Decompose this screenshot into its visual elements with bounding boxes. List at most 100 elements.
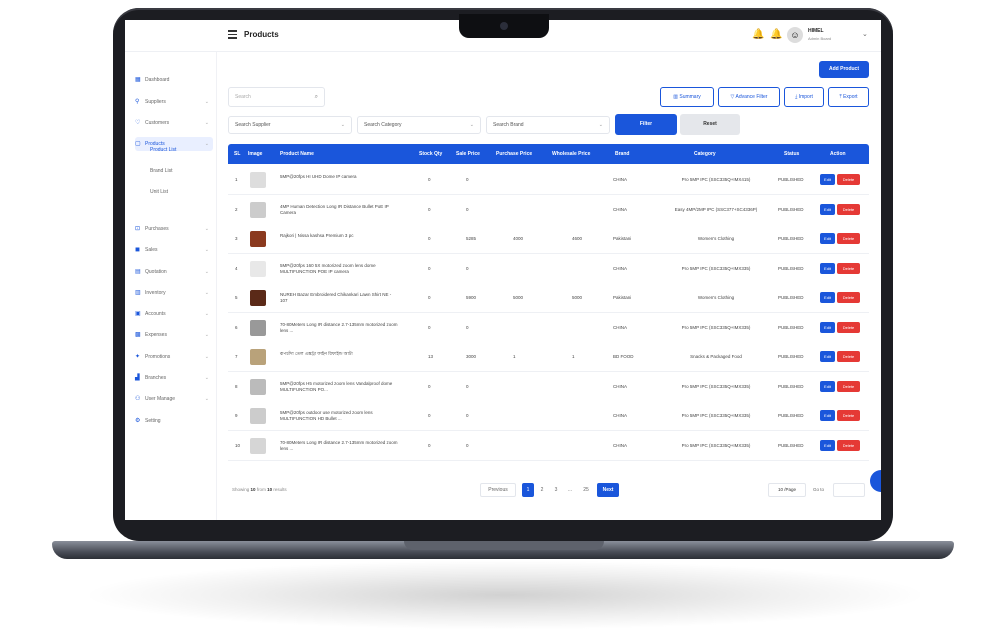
sidebar-item-branches[interactable]: ▟ Branches ⌄ xyxy=(135,371,213,385)
edit-button[interactable]: Edit xyxy=(820,233,835,244)
cell-category: Women's Clothing xyxy=(697,295,735,300)
page-2[interactable]: 2 xyxy=(536,483,548,497)
export-button[interactable]: ⤒ Export xyxy=(828,87,869,107)
summary-button[interactable]: ▥ Summary xyxy=(660,87,714,107)
cell-brand: CHINA xyxy=(613,206,628,212)
sidebar-item-setting[interactable]: ⚙ Setting xyxy=(135,414,213,428)
per-page-select[interactable]: 10 /Page xyxy=(768,483,806,497)
sidebar-sub-brand-list[interactable]: Brand List xyxy=(150,168,173,174)
avatar[interactable]: ☺ xyxy=(787,27,803,43)
showing-count: 10 xyxy=(250,487,256,492)
cell-purchase: 1 xyxy=(513,354,516,359)
cell-status: PUBLISHED xyxy=(778,442,804,448)
sidebar-item-label: Quotation xyxy=(145,269,167,275)
add-product-button[interactable]: Add Product xyxy=(819,61,869,78)
chevron-down-icon: ⌄ xyxy=(469,122,474,128)
delete-button[interactable]: Delete xyxy=(837,292,860,303)
goto-input[interactable] xyxy=(833,483,865,497)
cell-name[interactable]: 5MP@20fps H5 motorized zoom lens Vandalp… xyxy=(280,381,400,393)
reset-button[interactable]: Reset xyxy=(680,114,740,135)
sidebar-item-purchases[interactable]: ⊡ Purchases ⌄ xyxy=(135,222,213,236)
chevron-down-icon[interactable]: ⌄ xyxy=(862,30,868,38)
search-input[interactable]: Search ⌕ xyxy=(228,87,325,107)
advance-filter-button[interactable]: ▽ Advance Filter xyxy=(718,87,780,107)
cell-name[interactable]: 70-80Meters Long IR distance 2.7-135mm m… xyxy=(280,440,400,452)
gear-icon: ⚙ xyxy=(135,418,141,424)
edit-button[interactable]: Edit xyxy=(820,410,835,421)
delete-button[interactable]: Delete xyxy=(837,351,860,362)
sidebar-item-promotions[interactable]: ✦ Promotions ⌄ xyxy=(135,350,213,364)
sidebar-item-suppliers[interactable]: ⚲ Suppliers ⌄ xyxy=(135,95,213,109)
cell-category: Pro 5MP IPC (SSC335Q+IMX335) xyxy=(681,442,751,448)
supplier-select[interactable]: Search Supplier ⌄ xyxy=(228,116,352,134)
delete-button[interactable]: Delete xyxy=(837,439,860,451)
menu-icon[interactable] xyxy=(228,30,237,39)
delete-button[interactable]: Delete xyxy=(837,380,860,392)
chevron-down-icon: ⌄ xyxy=(204,141,209,147)
edit-button[interactable]: Edit xyxy=(820,292,835,303)
cell-status: PUBLISHED xyxy=(778,206,804,212)
screen: Products 🔔 🔔 ☺ HIMEL Admin Board ⌄ ▦ Dash… xyxy=(125,20,881,520)
cell-sl: 7 xyxy=(235,354,238,359)
sidebar-item-quotation[interactable]: ▤ Quotation ⌄ xyxy=(135,265,213,279)
sidebar-item-user-manage[interactable]: ⚇ User Manage ⌄ xyxy=(135,392,213,406)
edit-button[interactable]: Edit xyxy=(820,439,835,451)
cell-sl: 3 xyxy=(235,236,238,241)
next-button[interactable]: Next xyxy=(597,483,619,497)
floating-action-button[interactable] xyxy=(870,470,881,492)
users-icon: ⚇ xyxy=(135,396,141,402)
cell-sl: 10 xyxy=(235,442,241,448)
cell-name[interactable]: রূপচাঁদা তেল এক্সট্রা ফাইন রিফাইন্ড আটা xyxy=(280,351,400,357)
cell-name[interactable]: 5MP@20fps 160 5X motorized zoom lens dom… xyxy=(280,263,400,275)
sidebar-item-label: Sales xyxy=(145,247,158,253)
cell-brand: CHINA xyxy=(613,413,628,418)
cell-wholesale: 4600 xyxy=(572,236,583,241)
import-button[interactable]: ⤓ Import xyxy=(784,87,824,107)
delete-button[interactable]: Delete xyxy=(837,203,860,215)
edit-button[interactable]: Edit xyxy=(820,262,835,274)
cell-status: PUBLISHED xyxy=(778,413,804,418)
cell-category: Easy 4MP/2MP IPC (SSC377+SC4336P) xyxy=(674,206,758,212)
cell-name[interactable]: 5MP@20fps outdoor use motorized zoom len… xyxy=(280,410,400,422)
edit-button[interactable]: Edit xyxy=(820,174,835,185)
laptop-groove xyxy=(404,541,604,550)
sidebar-item-sales[interactable]: ◼ Sales ⌄ xyxy=(135,243,213,257)
page-3[interactable]: 3 xyxy=(550,483,562,497)
sidebar-sub-product-list[interactable]: Product List xyxy=(150,147,176,153)
cell-name[interactable]: Rajkori | Nissa kashsa Premium 3 pc xyxy=(280,233,400,239)
sidebar-sub-unit-list[interactable]: Unit List xyxy=(150,189,168,195)
sidebar-item-customers[interactable]: ♡ Customers ⌄ xyxy=(135,116,213,130)
page-1[interactable]: 1 xyxy=(522,483,534,497)
cell-status: PUBLISHED xyxy=(778,236,804,241)
filter-button[interactable]: Filter xyxy=(615,114,677,135)
brand-select-value: Search Brand xyxy=(493,122,524,128)
sidebar-item-dashboard[interactable]: ▦ Dashboard xyxy=(135,73,213,87)
edit-button[interactable]: Edit xyxy=(820,351,835,362)
delete-button[interactable]: Delete xyxy=(837,410,860,421)
cell-status: PUBLISHED xyxy=(778,295,804,300)
page-25[interactable]: 25 xyxy=(578,483,594,497)
cell-name[interactable]: 4MP Human Detection Long IR Distance Bul… xyxy=(280,204,400,216)
previous-button[interactable]: Previous xyxy=(480,483,516,497)
edit-button[interactable]: Edit xyxy=(820,203,835,215)
sidebar-item-label: Suppliers xyxy=(145,99,166,105)
delete-button[interactable]: Delete xyxy=(837,174,860,185)
notification-bell-icon[interactable]: 🔔 xyxy=(752,29,764,40)
sidebar-item-inventory[interactable]: ▥ Inventory ⌄ xyxy=(135,286,213,300)
category-select[interactable]: Search Category ⌄ xyxy=(357,116,481,134)
brand-select[interactable]: Search Brand ⌄ xyxy=(486,116,610,134)
delete-button[interactable]: Delete xyxy=(837,262,860,274)
sidebar-item-accounts[interactable]: ▣ Accounts ⌄ xyxy=(135,307,213,321)
cell-stock: 0 xyxy=(428,383,431,389)
cell-name[interactable]: NUREH Bazar Embroidered Chikankari Lawn … xyxy=(280,292,400,304)
import-label: Import xyxy=(798,94,813,100)
edit-button[interactable]: Edit xyxy=(820,321,835,333)
message-bell-icon[interactable]: 🔔 xyxy=(770,29,782,40)
chevron-down-icon: ⌄ xyxy=(204,290,209,296)
cell-name[interactable]: 70-80Meters Long IR distance 2.7-135mm m… xyxy=(280,322,400,334)
cell-name[interactable]: 5MP@20fps HI UHD Dome IP camera xyxy=(280,174,400,180)
sidebar-item-expenses[interactable]: ▩ Expenses ⌄ xyxy=(135,328,213,342)
delete-button[interactable]: Delete xyxy=(837,321,860,333)
delete-button[interactable]: Delete xyxy=(837,233,860,244)
edit-button[interactable]: Edit xyxy=(820,380,835,392)
